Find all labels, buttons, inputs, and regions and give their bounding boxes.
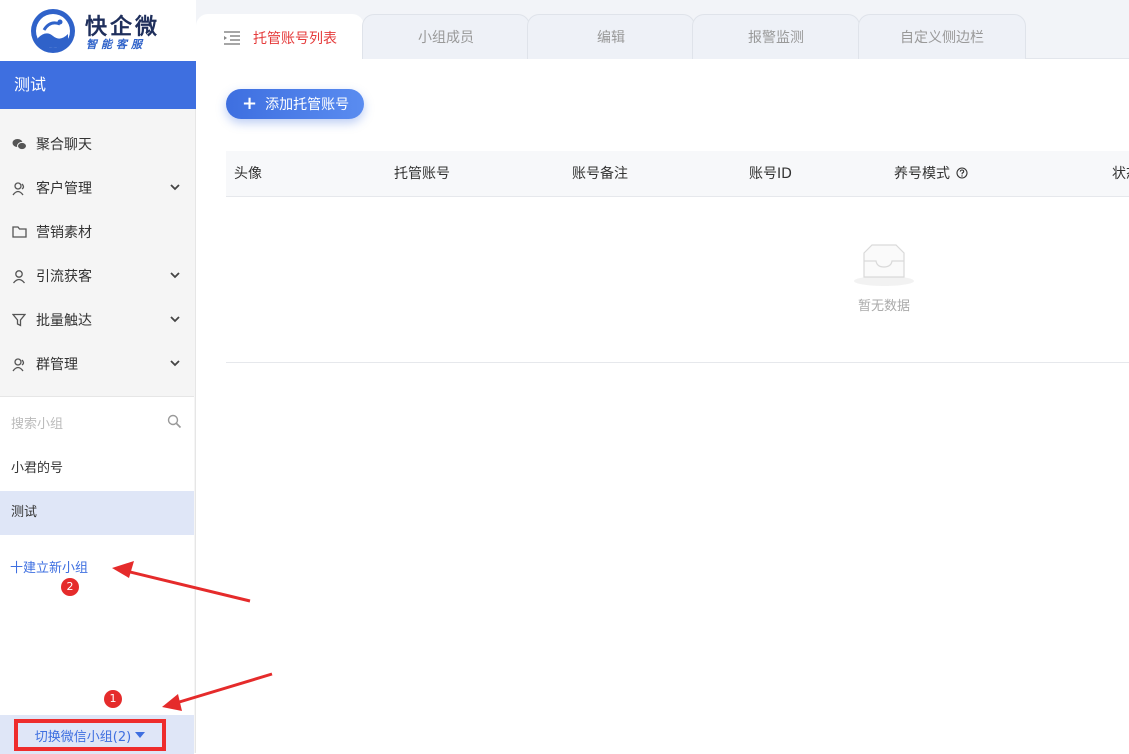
sidebar-item-label: 营销素材 xyxy=(36,225,92,241)
sidebar-item-label: 群管理 xyxy=(36,357,78,373)
sidebar: 快企微 智能客服 测试 聚合聊天 客户管理 营销素材 引流获客 批量触达 群管理… xyxy=(0,0,196,754)
chevron-down-icon xyxy=(170,272,180,279)
menu-fold-icon[interactable] xyxy=(223,30,241,45)
column-header-account: 托管账号 xyxy=(394,166,450,182)
tab-label: 编辑 xyxy=(597,30,625,46)
tab-edit[interactable]: 编辑 xyxy=(527,14,695,59)
sidebar-item-mass-reach[interactable]: 批量触达 xyxy=(0,298,196,342)
column-header-status: 状态 xyxy=(1112,166,1129,182)
sidebar-item-group-management[interactable]: 群管理 xyxy=(0,342,196,386)
switch-wechat-group-button[interactable]: 切换微信小组(2) xyxy=(14,719,166,751)
funnel-icon xyxy=(11,312,27,328)
help-icon[interactable] xyxy=(956,167,969,179)
plus-icon: + xyxy=(242,93,258,114)
group-item-test[interactable]: 测试 xyxy=(0,491,194,535)
annotation-badge-1: 1 xyxy=(104,690,122,708)
sidebar-item-label: 客户管理 xyxy=(36,181,92,197)
sidebar-item-acquisition[interactable]: 引流获客 xyxy=(0,254,196,298)
group-search-input[interactable]: 搜索小组 xyxy=(0,397,194,447)
sidebar-item-label: 批量触达 xyxy=(36,313,92,329)
logo-area: 快企微 智能客服 xyxy=(0,0,196,61)
group-search-placeholder: 搜索小组 xyxy=(11,416,64,432)
caret-down-icon xyxy=(135,732,146,738)
sidebar-item-label: 聚合聊天 xyxy=(36,137,92,153)
empty-inbox-icon xyxy=(854,244,914,286)
tab-label: 小组成员 xyxy=(418,30,474,46)
column-header-avatar: 头像 xyxy=(234,166,262,182)
chevron-down-icon xyxy=(170,316,180,323)
tab-alarm-monitor[interactable]: 报警监测 xyxy=(692,14,860,59)
table-header: 头像 托管账号 账号备注 账号ID 养号模式 状态 xyxy=(226,151,1129,197)
tab-custom-sidebar[interactable]: 自定义侧边栏 xyxy=(858,14,1026,59)
add-button-label: 添加托管账号 xyxy=(265,97,350,113)
column-header-nurture-mode: 养号模式 xyxy=(894,151,969,197)
sidebar-item-chat[interactable]: 聚合聊天 xyxy=(0,122,196,166)
create-group-link[interactable]: 十建立新小组 xyxy=(10,557,88,576)
user-icon xyxy=(11,268,27,284)
add-managed-account-button[interactable]: + 添加托管账号 xyxy=(226,89,364,119)
current-group-title: 测试 xyxy=(0,61,196,109)
tab-label: 托管账号列表 xyxy=(253,30,337,47)
tab-managed-accounts[interactable]: 托管账号列表 xyxy=(196,14,364,60)
sidebar-menu: 聚合聊天 客户管理 营销素材 引流获客 批量触达 群管理 xyxy=(0,122,196,386)
column-header-label: 养号模式 xyxy=(894,166,950,182)
column-header-remark: 账号备注 xyxy=(572,166,628,182)
group-item-xiaojun[interactable]: 小君的号 xyxy=(0,447,194,491)
tab-label: 自定义侧边栏 xyxy=(900,30,984,46)
table-empty-state: 暂无数据 xyxy=(226,197,1129,363)
sidebar-item-materials[interactable]: 营销素材 xyxy=(0,210,196,254)
annotation-badge-2: 2 xyxy=(61,578,79,596)
sidebar-item-label: 引流获客 xyxy=(36,269,92,285)
search-icon[interactable] xyxy=(167,414,182,429)
empty-text: 暂无数据 xyxy=(857,299,910,314)
logo-icon xyxy=(31,9,75,53)
wechat-icon xyxy=(11,136,27,152)
tab-label: 报警监测 xyxy=(748,30,804,46)
customers-icon xyxy=(11,180,27,196)
tab-bar: 托管账号列表 小组成员 编辑 报警监测 自定义侧边栏 xyxy=(196,0,1129,60)
chevron-down-icon xyxy=(170,184,180,191)
folder-icon xyxy=(11,224,27,240)
sidebar-item-customers[interactable]: 客户管理 xyxy=(0,166,196,210)
group-panel: 搜索小组 小君的号 测试 十建立新小组 切换微信小组(2) xyxy=(0,396,194,754)
brand-tagline: 智能客服 xyxy=(86,38,146,51)
tab-group-members[interactable]: 小组成员 xyxy=(362,14,530,59)
column-header-account-id: 账号ID xyxy=(749,166,792,182)
group-icon xyxy=(11,356,27,372)
chevron-down-icon xyxy=(170,360,180,367)
switch-bar: 切换微信小组(2) xyxy=(0,715,194,754)
switch-group-label: 切换微信小组(2) xyxy=(34,729,132,745)
